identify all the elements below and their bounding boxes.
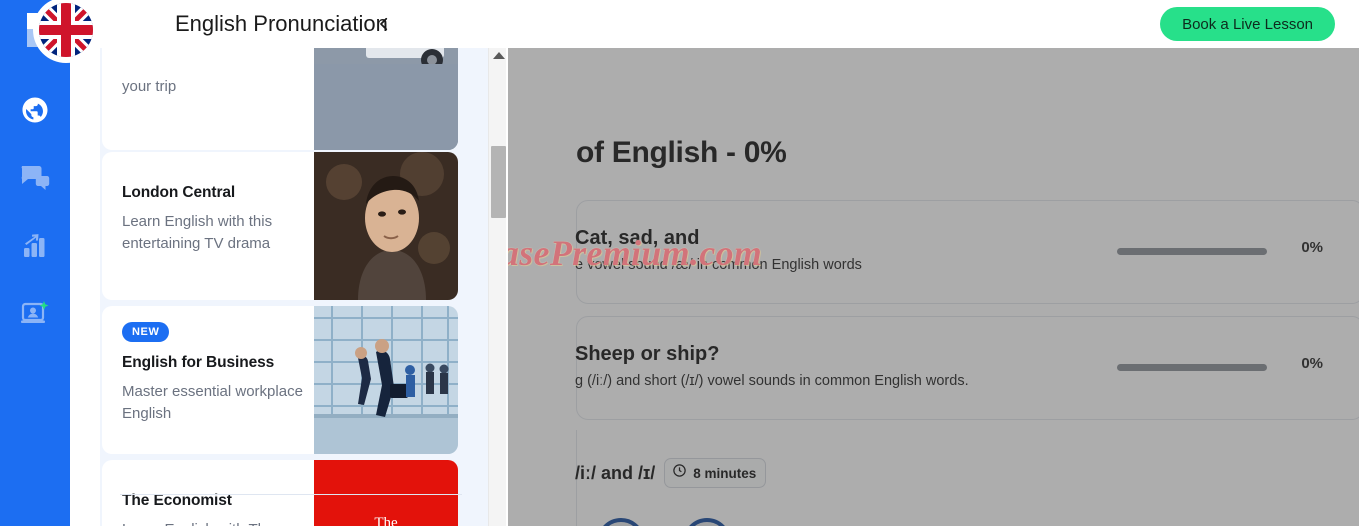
course-card-thumbnail [314, 152, 458, 300]
lesson-node-track [571, 518, 731, 526]
lesson-progress-bar [1117, 248, 1267, 255]
bar-chart-arrow-icon [20, 231, 50, 266]
course-card[interactable]: London Central Learn English with this e… [102, 152, 458, 300]
course-card-thumbnail: The Economist [314, 460, 458, 526]
course-card-thumbnail [314, 48, 458, 150]
panel-right-edge [506, 48, 508, 526]
duration-label: 8 minutes [693, 465, 757, 481]
course-list-scroller[interactable]: your trip London Central Learn English w… [100, 48, 488, 526]
live-lesson-icon [19, 299, 51, 334]
lesson-subtitle: g (/iː/) and short (/ɪ/) vowel sounds in… [575, 373, 969, 389]
lesson-node[interactable] [597, 518, 645, 526]
course-card-title: London Central [122, 184, 236, 201]
course-card-description: Master essential workplace English [122, 383, 303, 422]
sidebar-item-community[interactable] [0, 146, 70, 214]
course-list-scrollbar[interactable] [488, 48, 508, 526]
union-jack-flag-icon [36, 0, 96, 60]
course-card[interactable]: The Economist Learn English with The Eco… [102, 460, 458, 526]
course-card-thumbnail [314, 306, 458, 454]
lesson-card[interactable]: Cat, sad, and e vowel sound /æ/ in commo… [575, 200, 1359, 304]
lesson-progress-label: 0% [1301, 239, 1323, 256]
chevron-left-icon[interactable] [375, 15, 393, 33]
course-card-title: English for Business [122, 354, 275, 371]
lesson-detail-header: /iː/ and /ɪ/ 8 minutes [575, 458, 767, 488]
sidebar-rail [0, 0, 70, 526]
lesson-title: Sheep or ship? [575, 343, 720, 365]
duration-chip: 8 minutes [664, 458, 767, 488]
lesson-progress-label: 0% [1301, 355, 1323, 372]
list-divider [120, 494, 462, 495]
lesson-node[interactable] [683, 518, 731, 526]
lesson-detail-panel: /iː/ and /ɪ/ 8 minutes [575, 430, 1359, 526]
course-card-description: your trip [122, 78, 177, 95]
clock-icon [672, 463, 687, 483]
page-heading: English Pronunciation [175, 11, 388, 36]
lesson-card[interactable]: Sheep or ship? g (/iː/) and short (/ɪ/) … [575, 316, 1359, 420]
phoneme-label: /iː/ and /ɪ/ [575, 462, 656, 483]
scroll-up-arrow-icon[interactable] [492, 52, 505, 59]
page-title: of English - 0% [576, 136, 787, 170]
new-badge: NEW [122, 322, 170, 342]
page-title-text: of English - [576, 136, 744, 169]
panel-gutter [70, 48, 100, 526]
sidebar-item-learn[interactable] [0, 78, 70, 146]
course-card[interactable]: NEW English for Business Master essentia… [102, 306, 458, 454]
lesson-progress-bar [1117, 364, 1267, 371]
sidebar-item-live[interactable] [0, 282, 70, 350]
economist-logo-line1: The [374, 515, 398, 526]
course-list-panel: your trip London Central Learn English w… [100, 48, 508, 526]
page-title-percent: 0% [743, 136, 787, 169]
chat-bubbles-icon [19, 163, 51, 198]
sidebar-item-progress[interactable] [0, 214, 70, 282]
course-card-description: Learn English with this entertaining TV … [122, 213, 273, 252]
lesson-subtitle: e vowel sound /æ/ in common English word… [575, 257, 862, 273]
header-bar: English Pronunciation Book a Live Lesson [70, 0, 1359, 48]
course-card[interactable]: your trip [102, 48, 458, 150]
globe-icon [20, 95, 50, 130]
lesson-title: Cat, sad, and [575, 227, 700, 249]
scrollbar-thumb[interactable] [491, 146, 506, 218]
course-card-description: Learn English with The Economist [122, 519, 318, 526]
app-root: of English - 0% Cat, sad, and e vowel so… [0, 0, 1359, 526]
book-live-lesson-button[interactable]: Book a Live Lesson [1160, 7, 1335, 41]
